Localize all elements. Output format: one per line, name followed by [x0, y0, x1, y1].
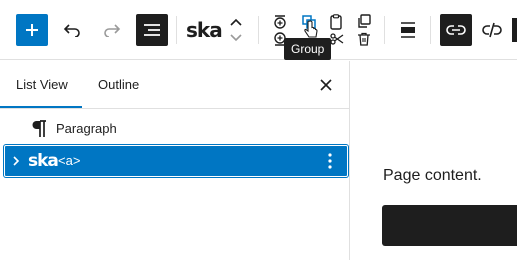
- toolbar-divider: [384, 16, 385, 44]
- unlink-button[interactable]: [478, 14, 506, 46]
- copy-button[interactable]: [356, 13, 372, 29]
- tab-outline[interactable]: Outline: [98, 61, 139, 109]
- redo-icon: [104, 24, 121, 37]
- editor-canvas: Page content.: [351, 61, 517, 260]
- panel-tabs: List View Outline: [0, 61, 349, 109]
- list-item-label: <a>: [58, 153, 81, 168]
- insert-before-icon: [274, 15, 286, 29]
- page-content-text[interactable]: Page content.: [383, 165, 482, 187]
- link-icon: [446, 25, 466, 35]
- duplicate-button[interactable]: [329, 13, 343, 31]
- paragraph-icon: [32, 120, 46, 137]
- cut-button[interactable]: [329, 31, 345, 47]
- toolbar-divider: [258, 16, 259, 44]
- chevron-up-down-icon: [230, 18, 242, 42]
- undo-icon: [63, 24, 80, 37]
- close-icon: [320, 79, 332, 91]
- group-tooltip: Group: [284, 38, 332, 60]
- unlink-icon: [482, 22, 502, 38]
- block-type-icon[interactable]: ska: [186, 18, 223, 42]
- list-item-label: Paragraph: [56, 121, 117, 136]
- align-justify-icon: [401, 22, 415, 38]
- list-item-paragraph[interactable]: Paragraph: [0, 117, 349, 141]
- redo-button[interactable]: [98, 14, 126, 46]
- align-button[interactable]: [396, 16, 420, 44]
- toolbar-divider: [430, 16, 431, 44]
- more-vertical-icon[interactable]: [322, 151, 338, 171]
- chevron-right-icon[interactable]: [10, 154, 22, 168]
- undo-button[interactable]: [58, 14, 86, 46]
- scissors-icon: [330, 33, 344, 45]
- add-block-button[interactable]: [16, 14, 48, 46]
- document-overview-button[interactable]: [136, 14, 168, 46]
- link-button[interactable]: [440, 14, 472, 46]
- clipboard-icon: [330, 14, 342, 30]
- list-view-icon: [144, 24, 160, 36]
- trash-icon: [358, 32, 370, 46]
- block-mover[interactable]: [226, 12, 246, 48]
- dark-block[interactable]: [382, 205, 517, 246]
- delete-button[interactable]: [356, 31, 372, 47]
- insert-before-button[interactable]: [272, 14, 288, 30]
- list-view-panel: List View Outline Paragraph ska <a>: [0, 61, 350, 260]
- editor-toolbar: ska Group: [0, 0, 517, 60]
- list-item-selected[interactable]: ska <a>: [4, 145, 348, 177]
- plus-icon: [26, 24, 38, 36]
- tab-list-view[interactable]: List View: [16, 61, 68, 109]
- toolbar-divider: [176, 16, 177, 44]
- close-panel-button[interactable]: [316, 75, 336, 95]
- mouse-cursor-icon: [302, 20, 320, 40]
- active-tab-indicator: [0, 106, 82, 108]
- ska-block-icon: ska: [28, 151, 59, 171]
- copy-icon: [358, 14, 371, 28]
- more-options-button[interactable]: [512, 18, 517, 42]
